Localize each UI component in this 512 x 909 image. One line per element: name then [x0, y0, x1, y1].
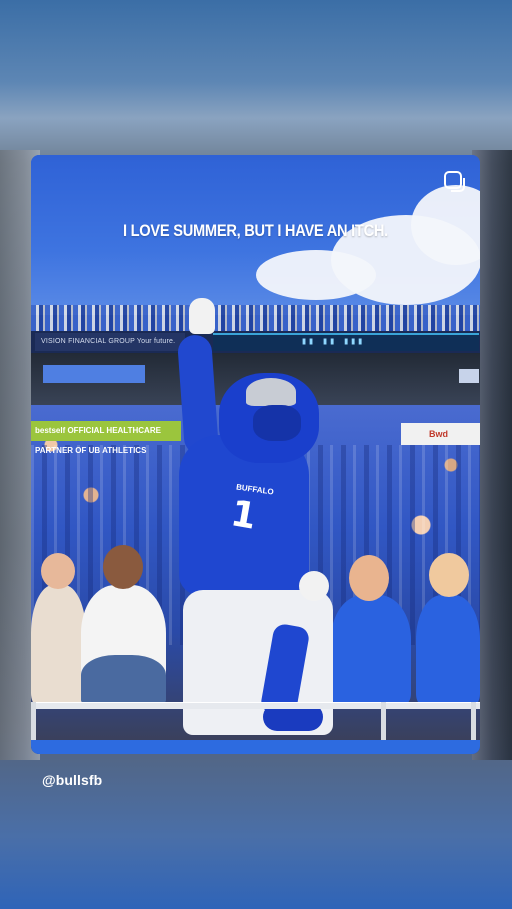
fan — [81, 655, 166, 705]
sky-gap — [459, 369, 479, 383]
sponsor-banner-bestself: bestself OFFICIAL HEALTHCARE PARTNER OF … — [31, 421, 181, 455]
sky-gap — [43, 365, 145, 383]
fan-head — [41, 553, 75, 589]
copy-icon[interactable] — [444, 171, 465, 192]
sponsor-banner-vision: VISION FINANCIAL GROUP Your future. Our … — [35, 333, 185, 363]
fan-head — [103, 545, 143, 589]
field-wall — [31, 740, 480, 754]
fan — [416, 595, 480, 705]
railing-post — [381, 702, 386, 742]
upper-deck-crowd — [31, 305, 480, 333]
railing-post — [471, 702, 476, 742]
railing-post — [31, 702, 36, 742]
mascot-glove — [189, 298, 215, 334]
fan — [331, 595, 411, 705]
fan — [31, 585, 86, 705]
mascot-horns — [243, 375, 299, 409]
fan-head — [429, 553, 469, 597]
story-viewer: VISION FINANCIAL GROUP Your future. Our … — [0, 0, 512, 909]
story-image-card[interactable]: VISION FINANCIAL GROUP Your future. Our … — [31, 155, 480, 754]
mascot-glove — [299, 571, 329, 601]
ribbon-scoreboard: ▮▮ ▮▮ ▮▮▮ — [213, 333, 479, 351]
sponsor-banner-right: Bwd — [401, 423, 480, 445]
scoreboard-digits: ▮▮ ▮▮ ▮▮▮ — [301, 336, 365, 347]
stadium-railing — [31, 702, 480, 709]
story-caption: I LOVE SUMMER, BUT I HAVE AN ITCH. — [123, 221, 388, 240]
mascot-muzzle — [253, 405, 301, 441]
fan-head — [349, 555, 389, 601]
account-username[interactable]: @bullsfb — [42, 772, 102, 788]
